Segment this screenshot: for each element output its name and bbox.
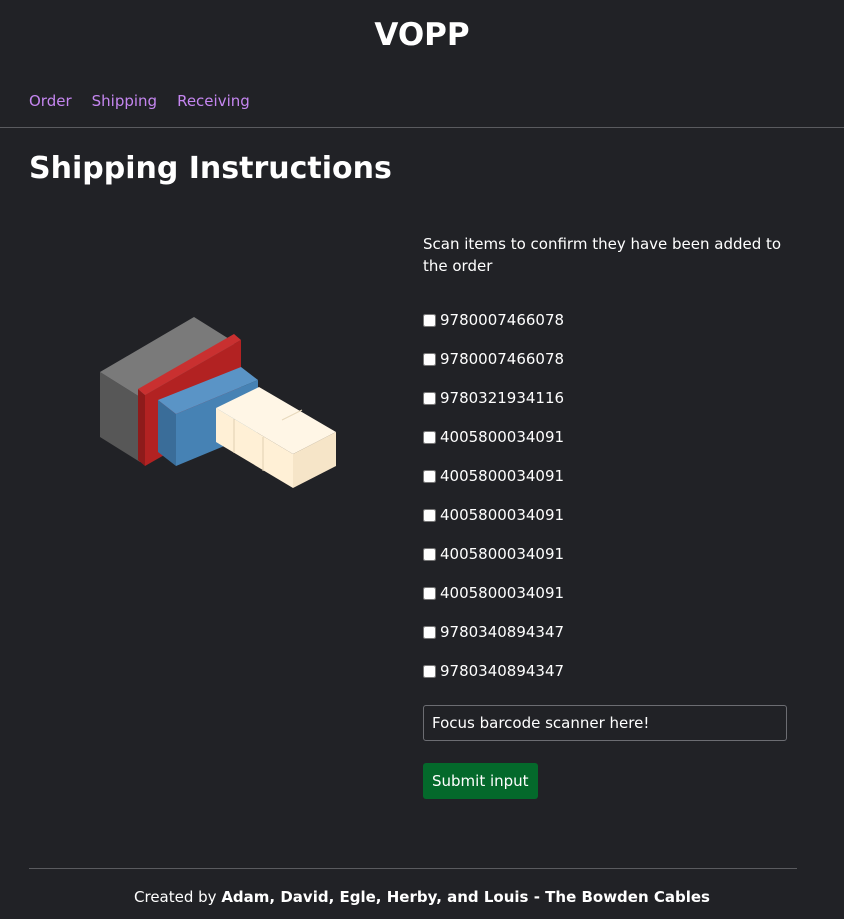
red-panel-side bbox=[138, 389, 145, 466]
item-barcode: 9780340894347 bbox=[440, 623, 565, 641]
item-checkbox[interactable] bbox=[423, 431, 436, 444]
main-nav: Order Shipping Receiving bbox=[29, 90, 250, 112]
item-barcode: 4005800034091 bbox=[440, 467, 565, 485]
item-checkbox[interactable] bbox=[423, 587, 436, 600]
item-checkbox[interactable] bbox=[423, 392, 436, 405]
item-list: 9780007466078 9780007466078 978032193411… bbox=[423, 311, 564, 701]
item-barcode: 9780340894347 bbox=[440, 662, 565, 680]
item-checkbox[interactable] bbox=[423, 626, 436, 639]
item-barcode: 4005800034091 bbox=[440, 428, 565, 446]
list-item: 9780321934116 bbox=[423, 389, 564, 428]
footer-divider bbox=[29, 868, 797, 869]
item-barcode: 4005800034091 bbox=[440, 506, 565, 524]
footer-prefix: Created by bbox=[134, 888, 222, 906]
item-checkbox[interactable] bbox=[423, 470, 436, 483]
list-item: 9780340894347 bbox=[423, 623, 564, 662]
nav-link-shipping[interactable]: Shipping bbox=[92, 90, 157, 112]
scan-panel: Scan items to confirm they have been add… bbox=[423, 233, 793, 799]
list-item: 4005800034091 bbox=[423, 506, 564, 545]
item-barcode: 4005800034091 bbox=[440, 545, 565, 563]
boxes-illustration bbox=[100, 317, 336, 488]
item-checkbox[interactable] bbox=[423, 353, 436, 366]
list-item: 9780340894347 bbox=[423, 662, 564, 701]
list-item: 9780007466078 bbox=[423, 311, 564, 350]
footer: Created by Adam, David, Egle, Herby, and… bbox=[0, 886, 844, 908]
item-checkbox[interactable] bbox=[423, 665, 436, 678]
page-title: Shipping Instructions bbox=[29, 151, 392, 186]
scan-instruction: Scan items to confirm they have been add… bbox=[423, 235, 782, 275]
footer-credits: Adam, David, Egle, Herby, and Louis - Th… bbox=[221, 888, 710, 906]
list-item: 4005800034091 bbox=[423, 545, 564, 584]
item-checkbox[interactable] bbox=[423, 509, 436, 522]
nav-divider bbox=[0, 127, 844, 128]
site-title: VOPP bbox=[374, 17, 470, 53]
item-checkbox[interactable] bbox=[423, 314, 436, 327]
list-item: 4005800034091 bbox=[423, 467, 564, 506]
item-barcode: 4005800034091 bbox=[440, 584, 565, 602]
submit-button[interactable]: Submit input bbox=[423, 763, 538, 799]
list-item: 4005800034091 bbox=[423, 428, 564, 467]
barcode-scanner-input[interactable] bbox=[423, 705, 787, 741]
item-barcode: 9780007466078 bbox=[440, 350, 565, 368]
item-barcode: 9780321934116 bbox=[440, 389, 565, 407]
item-barcode: 9780007466078 bbox=[440, 311, 565, 329]
nav-link-receiving[interactable]: Receiving bbox=[177, 90, 250, 112]
list-item: 9780007466078 bbox=[423, 350, 564, 389]
nav-link-order[interactable]: Order bbox=[29, 90, 72, 112]
item-checkbox[interactable] bbox=[423, 548, 436, 561]
list-item: 4005800034091 bbox=[423, 584, 564, 623]
